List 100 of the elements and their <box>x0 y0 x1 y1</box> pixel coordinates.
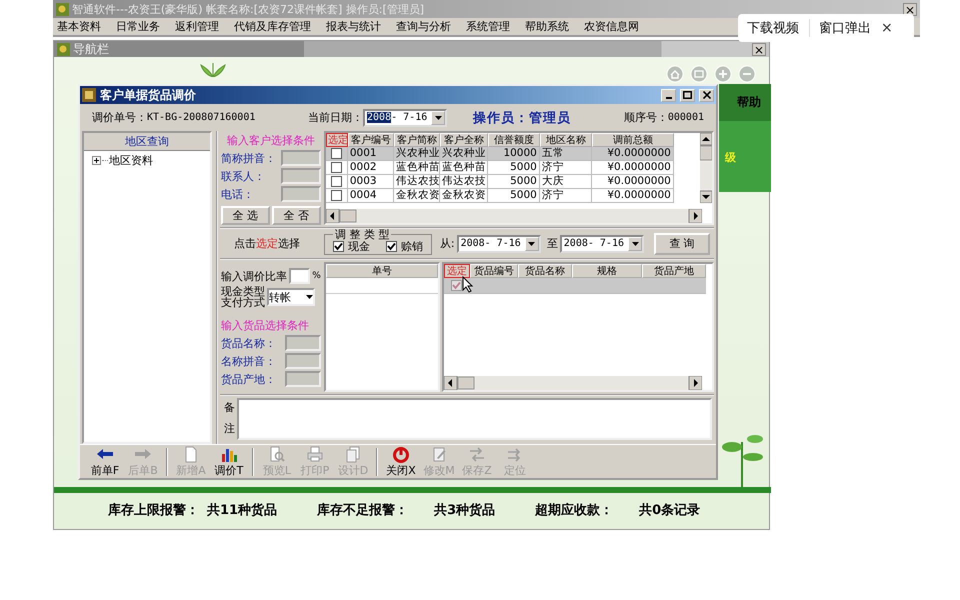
select-button[interactable]: 全 否 <box>272 206 321 225</box>
caret-icon <box>632 242 638 246</box>
toolbar-button[interactable]: 前单F <box>86 446 124 478</box>
input-field[interactable] <box>284 353 321 369</box>
menu-item[interactable]: 基本资料 <box>57 19 101 34</box>
table-cell: ¥0.0000000 <box>592 175 674 189</box>
column-header[interactable]: 单号 <box>326 264 438 278</box>
horizontal-scrollbar[interactable] <box>326 209 702 223</box>
column-header[interactable]: 货品名称 <box>518 264 572 278</box>
maximize-button[interactable] <box>680 88 695 102</box>
close-button[interactable]: × <box>881 20 893 36</box>
mail-icon[interactable] <box>690 65 708 83</box>
column-header[interactable]: 地区名称 <box>540 133 592 147</box>
remarks-field[interactable] <box>236 398 712 440</box>
toolbar-button[interactable]: 调价T <box>210 446 248 478</box>
table-cell: 10000 <box>488 147 540 161</box>
menu-item[interactable]: 系统管理 <box>466 19 510 34</box>
column-header[interactable]: 信誉额度 <box>488 133 540 147</box>
window-title: 智通软件---农资王(豪华版) 帐套名称:[农资72课件帐套] 操作员:[管理员] <box>72 2 426 16</box>
table-cell: 0003 <box>348 175 394 189</box>
menu-item[interactable]: 报表与统计 <box>326 19 381 34</box>
query-button[interactable]: 查 询 <box>654 232 710 254</box>
date-picker[interactable]: 2008- 7-16 <box>560 234 644 252</box>
input-field[interactable] <box>288 268 310 284</box>
leaf-icon <box>200 63 226 77</box>
menu-item[interactable]: 返利管理 <box>175 19 219 34</box>
checkbox[interactable] <box>330 176 342 187</box>
plus-icon[interactable] <box>714 65 732 83</box>
close-button[interactable]: × <box>903 2 917 16</box>
field-label: 现金类型 支付方式 <box>220 286 265 308</box>
status-label: 库存不足报警： <box>317 502 408 519</box>
status-value: 共3种货品 <box>434 502 496 519</box>
column-header[interactable]: 客户全称 <box>440 133 488 147</box>
horizontal-scrollbar[interactable] <box>444 376 702 390</box>
field-label: 调价单号： <box>92 110 147 125</box>
tree-item[interactable]: 地区资料 <box>109 153 153 168</box>
menu-item[interactable]: 查询与分析 <box>396 19 451 34</box>
column-header[interactable]: 货品编号 <box>470 264 518 278</box>
help-label: 帮助 <box>737 94 761 111</box>
maximize-icon <box>683 91 692 99</box>
column-header[interactable]: 规格 <box>572 264 642 278</box>
app-logo-icon <box>56 2 69 16</box>
field-label: 货品产地： <box>220 372 276 386</box>
caret-icon <box>434 116 442 120</box>
close-icon <box>702 91 710 99</box>
field-label: 货品名称： <box>220 336 276 350</box>
operator-label: 操作员：管理员 <box>473 110 572 126</box>
field-label: 名称拼音： <box>220 354 276 368</box>
home-icon[interactable] <box>666 65 684 83</box>
table-cell: 金秋农资 <box>440 189 488 203</box>
select-button[interactable]: 全 选 <box>220 206 270 225</box>
toolbar-button[interactable]: 关闭X <box>382 446 420 478</box>
minimize-button[interactable] <box>661 88 676 102</box>
field-label: 当前日期： <box>308 110 364 125</box>
expand-icon[interactable] <box>92 156 101 165</box>
panel-header: 地区查询 <box>84 133 210 151</box>
checkbox[interactable] <box>451 280 462 291</box>
table-cell: ¥0.0000000 <box>592 189 674 203</box>
checkbox[interactable] <box>330 162 342 173</box>
menu-item[interactable]: 代销及库存管理 <box>234 19 311 34</box>
menu-item[interactable]: 农资信息网 <box>584 19 639 34</box>
table-cell: 蓝色种苗 <box>440 161 488 175</box>
arrows-icon <box>467 446 487 462</box>
minus-icon[interactable] <box>738 65 756 83</box>
checkbox[interactable] <box>386 241 397 252</box>
checkbox-label: 现金 <box>348 240 370 254</box>
column-header[interactable]: 客户简称 <box>394 133 440 147</box>
popup-link[interactable]: 下载视频 <box>747 19 810 37</box>
field-label: 顺序号： <box>624 110 668 125</box>
column-header[interactable]: 货品产地 <box>642 264 706 278</box>
input-field[interactable] <box>284 335 321 351</box>
checkbox[interactable] <box>330 148 342 159</box>
status-value: 共0条记录 <box>639 502 700 519</box>
close-button[interactable]: × <box>752 42 766 56</box>
input-field[interactable] <box>280 186 321 202</box>
menu-item[interactable]: 日常业务 <box>116 19 160 34</box>
close-button[interactable] <box>699 88 714 102</box>
date-picker[interactable]: 2008- 7-16 <box>363 108 448 126</box>
popup-link[interactable]: 窗口弹出 <box>810 19 871 37</box>
checkbox[interactable] <box>330 190 342 201</box>
column-header[interactable]: 客户编号 <box>348 133 394 147</box>
menu-item[interactable]: 帮助系统 <box>525 19 569 34</box>
payment-dropdown[interactable]: 转帐 <box>266 288 315 306</box>
section-title: 输入货品选择条件 <box>220 318 310 333</box>
date-picker[interactable]: 2008- 7-16 <box>456 234 541 252</box>
dialog-icon <box>82 88 96 102</box>
input-field[interactable] <box>284 371 321 387</box>
section-title: 输入客户选择条件 <box>226 133 316 148</box>
table-cell: 0002 <box>348 161 394 175</box>
table-cell: 5000 <box>488 161 540 175</box>
input-field[interactable] <box>280 168 321 184</box>
field-label: 电话： <box>220 186 254 202</box>
check-icon <box>334 242 343 251</box>
column-header[interactable]: 调前总额 <box>592 133 674 147</box>
input-field[interactable] <box>280 150 321 166</box>
power-icon <box>391 446 411 462</box>
dialog-title: 客户单据货品调价 <box>100 86 197 104</box>
check-icon <box>452 280 462 290</box>
checkbox[interactable] <box>332 241 344 252</box>
vertical-scrollbar[interactable] <box>700 133 712 203</box>
